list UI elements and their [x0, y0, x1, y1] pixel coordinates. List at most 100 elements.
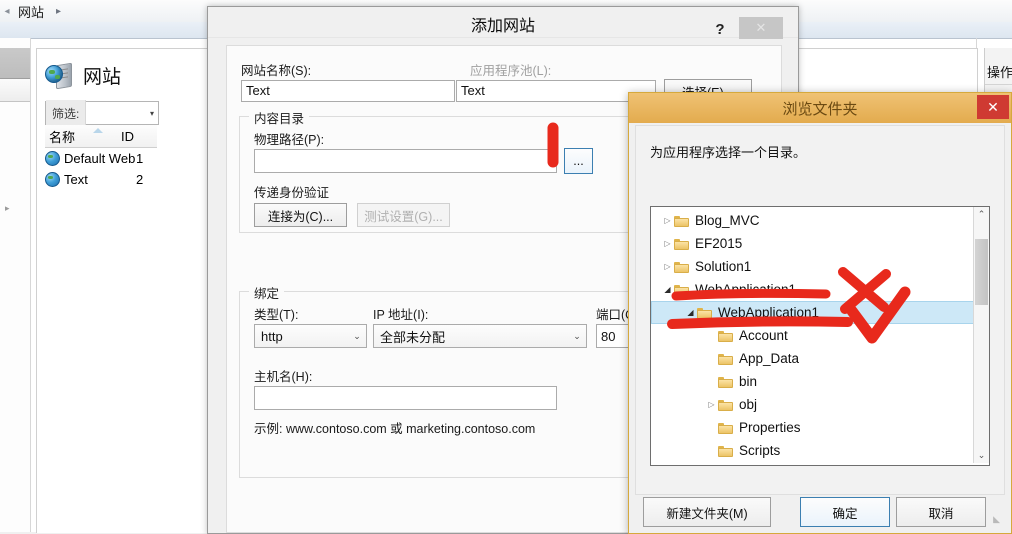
tree-item[interactable]: ▷ obj: [651, 393, 989, 416]
vertical-scrollbar[interactable]: ⌃ ⌄: [973, 207, 989, 463]
expander-collapsed-icon[interactable]: ▷: [661, 262, 674, 271]
close-icon[interactable]: ✕: [977, 95, 1009, 119]
tree-item-label: bin: [739, 374, 758, 389]
tree-item[interactable]: Account: [651, 324, 989, 347]
browse-dialog-title: 浏览文件夹: [782, 101, 858, 118]
tree-item[interactable]: App_Data: [651, 347, 989, 370]
tree-item-label: Blog_MVC: [695, 213, 760, 228]
folder-icon: [718, 422, 733, 434]
folder-icon: [697, 307, 712, 319]
tree-item-label: WebApplication1: [718, 305, 820, 320]
folder-icon: [674, 261, 689, 273]
expander-expanded-icon[interactable]: ◢: [684, 308, 697, 317]
dialog-titlebar[interactable]: 添加网站 ? ✕: [208, 7, 798, 40]
tree-item-label: Account: [739, 328, 788, 343]
connections-pane[interactable]: ▸: [0, 38, 31, 532]
hostname-example-text: 示例: www.contoso.com 或 marketing.contoso.…: [254, 422, 536, 436]
connections-toolbar: [0, 79, 30, 102]
column-header-id[interactable]: ID: [121, 129, 134, 144]
chevron-down-icon[interactable]: ⌄: [348, 331, 366, 342]
tree-item-label: App_Data: [739, 351, 800, 366]
browse-dialog-titlebar[interactable]: 浏览文件夹 ✕: [629, 93, 1011, 123]
expander-collapsed-icon[interactable]: ▷: [705, 400, 718, 409]
browse-dialog-footer: 新建文件夹(M) 确定 取消 ◣: [635, 497, 1003, 527]
binding-type-select[interactable]: http ⌄: [254, 324, 367, 348]
tree-item[interactable]: Properties: [651, 416, 989, 439]
physical-path-label: 物理路径(P):: [254, 133, 325, 147]
divider: [985, 84, 1012, 85]
tree-item[interactable]: ◢ WebApplication1: [651, 301, 989, 324]
scroll-down-button[interactable]: ⌄: [974, 448, 989, 463]
folder-icon: [718, 445, 733, 457]
close-icon[interactable]: ✕: [739, 17, 783, 39]
expander-collapsed-icon[interactable]: ▷: [661, 216, 674, 225]
sites-grid-header[interactable]: 名称 ID: [45, 125, 157, 148]
chevron-down-icon[interactable]: ▾: [150, 109, 154, 118]
binding-type-label: 类型(T):: [254, 308, 299, 322]
folder-icon: [674, 215, 689, 227]
site-globe-icon: [45, 172, 60, 187]
breadcrumb-bullet-icon: ◂: [4, 5, 10, 17]
physical-path-input[interactable]: [254, 149, 557, 173]
tree-item[interactable]: ▷ Solution1: [651, 255, 989, 278]
hostname-label: 主机名(H):: [254, 370, 313, 384]
browse-folder-dialog: 浏览文件夹 ✕ 为应用程序选择一个目录。 ▷ Blog_MVC ▷ EF2015 ▷ So…: [628, 92, 1012, 534]
hostname-input[interactable]: [254, 386, 557, 410]
expander-collapsed-icon[interactable]: ▷: [661, 239, 674, 248]
folder-tree[interactable]: ▷ Blog_MVC ▷ EF2015 ▷ Solution1 ◢ WebApplicatio…: [650, 206, 990, 466]
site-name-label: 网站名称(S):: [241, 64, 312, 78]
ip-address-value: 全部未分配: [380, 329, 446, 345]
breadcrumb-item-sites[interactable]: 网站: [14, 2, 48, 21]
browse-prompt-text: 为应用程序选择一个目录。: [650, 145, 807, 160]
sites-header: 网站: [45, 61, 122, 90]
page-title: 网站: [83, 66, 122, 88]
tree-item-label: Solution1: [695, 259, 752, 274]
filter-bar[interactable]: 筛选: ▾: [45, 100, 159, 126]
tree-node-placeholder-icon: ▸: [5, 203, 10, 213]
site-globe-icon: [45, 151, 60, 166]
scrollbar-thumb[interactable]: [975, 239, 988, 305]
filter-label: 筛选:: [46, 100, 87, 126]
site-name: Default Web S...: [64, 151, 136, 166]
new-folder-button[interactable]: 新建文件夹(M): [643, 497, 771, 527]
ip-address-label: IP 地址(I):: [373, 308, 429, 322]
folder-icon: [718, 330, 733, 342]
test-settings-button: 测试设置(G)...: [357, 203, 450, 227]
folder-icon: [674, 238, 689, 250]
chevron-down-icon[interactable]: ⌄: [568, 331, 586, 342]
connections-header: [0, 48, 30, 79]
tree-item-label: Properties: [739, 420, 801, 435]
table-row[interactable]: Text 2: [45, 169, 157, 190]
tree-item[interactable]: ◢ WebApplication1: [651, 278, 989, 301]
tree-item[interactable]: Scripts: [651, 439, 989, 462]
app-pool-label: 应用程序池(L):: [470, 64, 552, 78]
site-name: Text: [64, 172, 88, 187]
tree-item-label: EF2015: [695, 236, 743, 251]
help-icon[interactable]: ?: [710, 20, 730, 40]
table-row[interactable]: Default Web S... 1: [45, 148, 157, 169]
tree-item[interactable]: bin: [651, 370, 989, 393]
folder-icon: [718, 376, 733, 388]
connect-as-button[interactable]: 连接为(C)...: [254, 203, 347, 227]
site-name-input[interactable]: [241, 80, 455, 102]
sites-globe-server-icon: [45, 61, 75, 90]
tree-item[interactable]: ▷ Blog_MVC: [651, 209, 989, 232]
scroll-up-button[interactable]: ⌃: [974, 207, 989, 222]
site-id: 1: [136, 151, 144, 166]
binding-type-value: http: [261, 328, 283, 344]
expander-expanded-icon[interactable]: ◢: [661, 285, 674, 294]
folder-icon: [674, 284, 689, 296]
column-header-name[interactable]: 名称: [45, 127, 121, 146]
cancel-button[interactable]: 取消: [896, 497, 986, 527]
app-pool-input[interactable]: [456, 80, 656, 102]
ip-address-select[interactable]: 全部未分配 ⌄: [373, 324, 587, 348]
resize-grip-icon[interactable]: ◣: [993, 514, 1000, 525]
tree-item-label: obj: [739, 397, 758, 412]
passthrough-auth-label: 传递身份验证: [254, 186, 330, 200]
tree-item[interactable]: ▷ EF2015: [651, 232, 989, 255]
sort-ascending-icon: [93, 128, 103, 133]
ok-button[interactable]: 确定: [800, 497, 890, 527]
browse-physical-path-button[interactable]: ...: [564, 148, 593, 174]
tree-item-label: WebApplication1: [695, 282, 797, 297]
content-directory-group-label: 内容目录: [249, 108, 310, 127]
